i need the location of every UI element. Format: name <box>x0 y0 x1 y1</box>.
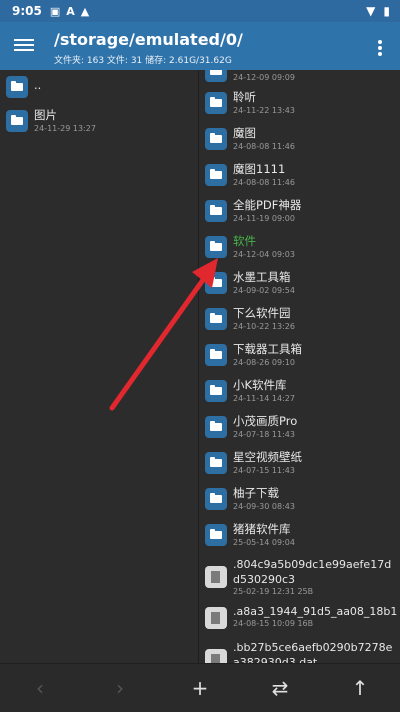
status-bar: 9:05 ▣ A ▲ ▼ ▮ <box>0 0 400 22</box>
forward-button[interactable]: › <box>80 676 160 700</box>
list-item[interactable]: 小K软件库 24-11-14 14:27 <box>199 374 400 410</box>
current-path: /storage/emulated/0/ <box>54 30 243 49</box>
list-item[interactable]: 下载器工具箱 24-08-26 09:10 <box>199 338 400 374</box>
battery-icon: ▮ <box>383 4 390 18</box>
list-item[interactable]: .bb27b5ce6aefb0290b7278ea382930d3.dat <box>199 637 400 663</box>
left-pane: .. 图片 24-11-29 13:27 <box>0 70 199 663</box>
list-item[interactable]: 魔图1111 24-08-08 11:46 <box>199 158 400 194</box>
list-item[interactable]: 水墨工具箱 24-09-02 09:54 <box>199 266 400 302</box>
folder-icon <box>205 70 227 82</box>
list-item[interactable]: 图片 24-11-29 13:27 <box>0 104 198 140</box>
folder-icon <box>205 452 227 474</box>
list-item[interactable]: .a8a3_1944_91d5_aa08_18b1 24-08-15 10:09 … <box>199 601 400 637</box>
list-item[interactable]: .804c9a5b09dc1e99aefe17dd530290c3 25-02-1… <box>199 554 400 601</box>
file-icon <box>205 607 227 629</box>
list-item[interactable]: 全能PDF神器 24-11-19 09:00 <box>199 194 400 230</box>
menu-icon[interactable] <box>14 36 34 56</box>
folder-icon <box>205 164 227 186</box>
list-item[interactable]: 猪猪软件库 25-05-14 09:04 <box>199 518 400 554</box>
storage-stats: 文件夹: 163 文件: 31 储存: 2.61G/31.62G <box>54 56 232 66</box>
folder-icon <box>205 524 227 546</box>
list-item[interactable]: 魔图 24-08-08 11:46 <box>199 122 400 158</box>
list-item[interactable]: 星空视频壁纸 24-07-15 11:43 <box>199 446 400 482</box>
more-options-icon[interactable] <box>378 38 384 58</box>
folder-icon <box>205 344 227 366</box>
notification-icon: ▣ <box>49 4 61 18</box>
status-time: 9:05 <box>12 4 42 18</box>
list-item[interactable]: 24-12-09 09:09 <box>199 70 400 86</box>
folder-icon <box>6 110 28 132</box>
list-item[interactable]: 小茂画质Pro 24-07-18 11:43 <box>199 410 400 446</box>
folder-icon <box>205 380 227 402</box>
list-item[interactable]: 软件 24-12-04 09:03 <box>199 230 400 266</box>
a-icon: A <box>66 4 75 18</box>
folder-icon <box>205 416 227 438</box>
folder-icon <box>205 200 227 222</box>
alert-icon: ▲ <box>80 4 90 18</box>
file-icon <box>205 649 227 663</box>
folder-icon <box>205 308 227 330</box>
folder-icon <box>205 488 227 510</box>
bottom-toolbar: ‹ › + ⇄ ↑ <box>0 663 400 712</box>
list-item[interactable]: 聆听 24-11-22 13:43 <box>199 86 400 122</box>
back-button[interactable]: ‹ <box>0 676 80 700</box>
folder-icon <box>205 92 227 114</box>
file-icon <box>205 566 227 588</box>
folder-icon <box>205 128 227 150</box>
folder-icon <box>205 236 227 258</box>
list-item[interactable]: 柚子下载 24-09-30 08:43 <box>199 482 400 518</box>
add-button[interactable]: + <box>160 676 240 700</box>
folder-icon <box>205 272 227 294</box>
list-item[interactable]: .. <box>0 70 198 104</box>
wifi-icon: ▼ <box>366 4 376 18</box>
right-pane: 24-12-09 09:09 聆听 24-11-22 13:43 魔图 24-08-… <box>199 70 400 663</box>
folder-icon <box>6 76 28 98</box>
list-item[interactable]: 下么软件园 24-10-22 13:26 <box>199 302 400 338</box>
app-bar: /storage/emulated/0/ 文件夹: 163 文件: 31 储存:… <box>0 22 400 70</box>
up-button[interactable]: ↑ <box>320 676 400 700</box>
swap-panes-button[interactable]: ⇄ <box>240 676 320 700</box>
